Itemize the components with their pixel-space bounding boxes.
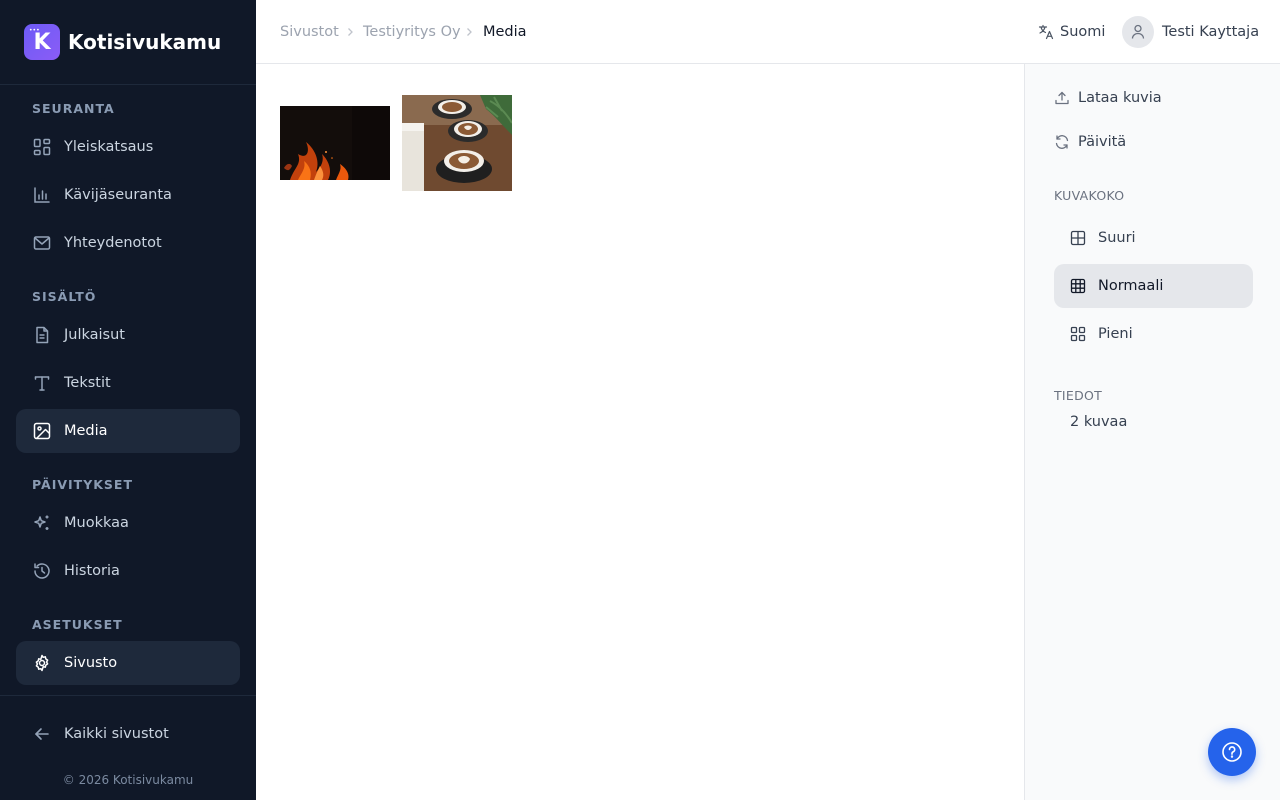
size-option-label: Suuri [1098, 230, 1136, 246]
sidebar-item-label: Kävijäseuranta [64, 187, 172, 203]
sidebar-item-julkaisut[interactable]: Julkaisut [16, 313, 240, 357]
user-icon [1131, 24, 1145, 39]
sidebar-item-label: Muokkaa [64, 515, 129, 531]
breadcrumb-sivustot[interactable]: Sivustot [280, 22, 339, 42]
section-title-sisalto: SISÄLTÖ [32, 289, 97, 304]
refresh-button[interactable]: Päivitä [1054, 130, 1254, 154]
sidebar-item-kavijaseuranta[interactable]: Kävijäseuranta [16, 173, 240, 217]
fire-image [280, 106, 390, 180]
dashboard-icon [33, 138, 51, 156]
breadcrumb-site[interactable]: Testiyritys Oy [363, 22, 461, 42]
sidebar-item-yleiskatsaus[interactable]: Yleiskatsaus [16, 125, 240, 169]
gear-icon [35, 654, 49, 672]
language-label: Suomi [1060, 24, 1106, 40]
size-option-label: Pieni [1098, 326, 1133, 342]
upload-icon [1055, 91, 1069, 105]
sidebar-item-label: Sivusto [64, 655, 118, 671]
image-icon [33, 422, 51, 440]
help-icon [1222, 742, 1242, 762]
grid-small-icon [1070, 326, 1086, 342]
breadcrumb-current: Media [483, 24, 527, 40]
mail-icon [33, 236, 51, 250]
sidebar-item-sivusto[interactable]: Sivusto [16, 641, 240, 685]
section-title-asetukset: ASETUKSET [32, 617, 123, 632]
size-option-normal[interactable]: Normaali [1054, 264, 1253, 308]
upload-label: Lataa kuvia [1078, 90, 1162, 106]
sidebar: ••• K Kotisivukamu SEURANTA Yleiskatsaus… [0, 0, 256, 800]
sidebar-item-label: Historia [64, 563, 120, 579]
info-heading: TIEDOT [1054, 388, 1103, 403]
grid-large-icon [1070, 230, 1086, 246]
size-option-label: Normaali [1098, 278, 1164, 294]
sidebar-item-tekstit[interactable]: Tekstit [16, 361, 240, 405]
copyright: © 2026 Kotisivukamu [62, 773, 194, 787]
logo[interactable]: ••• K [24, 24, 60, 60]
sidebar-item-label: Yleiskatsaus [64, 139, 154, 155]
document-icon [36, 326, 49, 344]
media-thumbnail-fire[interactable] [280, 106, 390, 180]
brand-name[interactable]: Kotisivukamu [68, 28, 221, 56]
media-options-panel: Lataa kuvia Päivitä KUVAKOKO Suuri Norma… [1024, 64, 1280, 800]
sidebar-item-label: Tekstit [64, 375, 111, 391]
refresh-icon [1055, 135, 1069, 149]
size-option-small[interactable]: Pieni [1054, 312, 1253, 356]
logo-letter: K [33, 30, 51, 55]
size-option-large[interactable]: Suuri [1054, 216, 1253, 260]
grid-normal-icon [1070, 278, 1086, 294]
media-thumbnail-coffee[interactable] [402, 95, 512, 191]
brand: ••• K Kotisivukamu [0, 0, 256, 85]
sidebar-item-label: Julkaisut [64, 327, 125, 343]
sidebar-item-historia[interactable]: Historia [16, 549, 240, 593]
sidebar-item-media[interactable]: Media [16, 409, 240, 453]
sidebar-item-label: Yhteydenotot [64, 235, 162, 251]
help-button[interactable] [1208, 728, 1256, 776]
history-icon [34, 563, 50, 579]
upload-images-button[interactable]: Lataa kuvia [1054, 86, 1254, 110]
section-title-paivitykset: PÄIVITYKSET [32, 477, 133, 492]
all-sites-link[interactable]: Kaikki sivustot [16, 712, 240, 756]
all-sites-label: Kaikki sivustot [64, 726, 169, 742]
image-size-heading: KUVAKOKO [1054, 188, 1125, 203]
sparkles-icon [34, 515, 49, 530]
chevron-right-icon [348, 28, 353, 36]
sidebar-item-yhteydenotot[interactable]: Yhteydenotot [16, 221, 240, 265]
bar-chart-icon [34, 187, 50, 203]
refresh-label: Päivitä [1078, 134, 1127, 150]
image-count: 2 kuvaa [1070, 414, 1128, 430]
sidebar-item-label: Media [64, 423, 108, 439]
top-bar: Sivustot Testiyritys Oy Media Suomi Test… [256, 0, 1280, 64]
text-icon [34, 376, 50, 391]
arrow-left-icon [35, 728, 49, 740]
user-name[interactable]: Testi Kayttaja [1162, 22, 1259, 42]
media-grid [256, 65, 1024, 800]
translate-icon [1038, 24, 1054, 40]
sidebar-item-muokkaa[interactable]: Muokkaa [16, 501, 240, 545]
coffee-image [402, 95, 512, 191]
section-title-seuranta: SEURANTA [32, 101, 115, 116]
avatar[interactable] [1122, 16, 1154, 48]
chevron-right-icon [467, 28, 472, 36]
